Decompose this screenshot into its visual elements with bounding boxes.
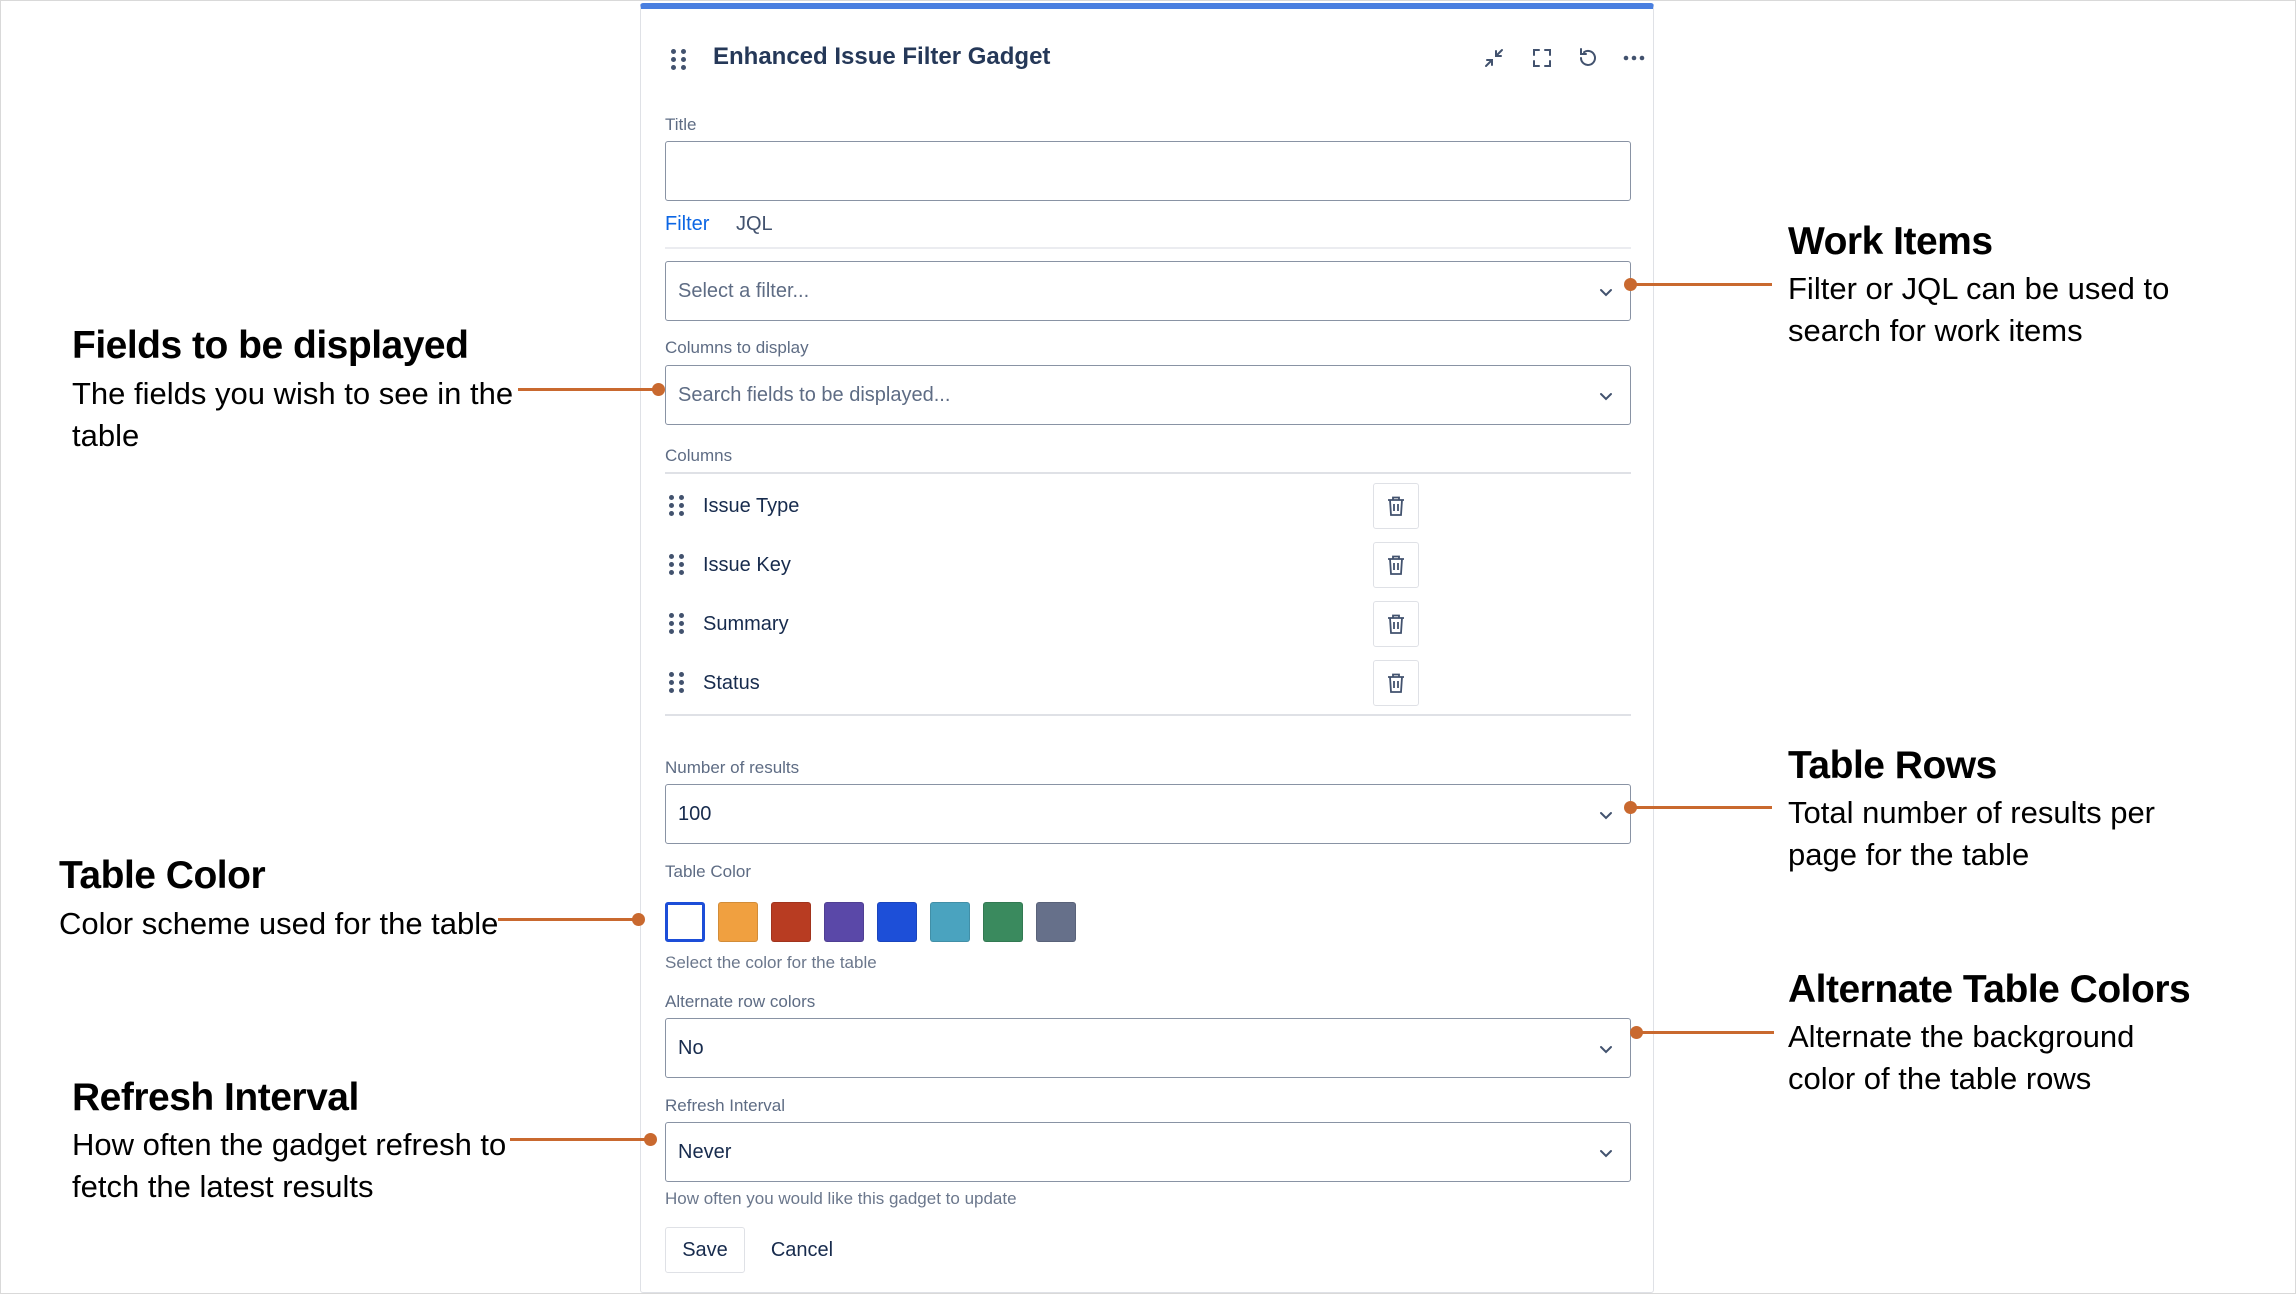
more-icon[interactable] — [1619, 43, 1649, 73]
columns-top-divider — [665, 472, 1631, 474]
annotation-work-items-title: Work Items — [1788, 220, 1993, 263]
annotation-table-color-desc: Color scheme used for the table — [59, 906, 499, 941]
annotation-connector-dot — [652, 383, 665, 396]
annotation-refresh-title: Refresh Interval — [72, 1076, 359, 1119]
delete-column-button[interactable] — [1373, 601, 1419, 647]
chevron-down-icon — [1600, 1046, 1612, 1054]
table-color-help: Select the color for the table — [665, 953, 877, 972]
trash-icon — [1388, 614, 1404, 634]
column-label: Summary — [703, 613, 789, 635]
gadget-config-panel: Enhanced Issue Filter Gadget Title Filte… — [640, 3, 1654, 1293]
drag-handle-icon[interactable] — [669, 552, 685, 576]
refresh-interval-help: How often you would like this gadget to … — [665, 1189, 1017, 1208]
column-row: Issue Key — [665, 542, 1631, 588]
columns-label: Columns — [665, 446, 733, 465]
columns-to-display-label: Columns to display — [665, 338, 809, 357]
filter-select[interactable]: Select a filter... — [665, 261, 1631, 321]
alternate-rows-value: No — [678, 1037, 704, 1059]
alternate-rows-select[interactable]: No — [665, 1018, 1631, 1078]
color-swatch[interactable] — [824, 902, 864, 942]
column-label: Issue Key — [703, 554, 791, 576]
color-swatch[interactable] — [1036, 902, 1076, 942]
drag-handle-icon[interactable] — [669, 670, 685, 694]
refresh-interval-value: Never — [678, 1141, 732, 1163]
fullscreen-icon[interactable] — [1527, 43, 1557, 73]
annotation-connector-line — [1630, 806, 1772, 809]
trash-icon — [1388, 555, 1404, 575]
chevron-down-icon — [1600, 393, 1612, 401]
number-of-results-select[interactable]: 100 — [665, 784, 1631, 844]
color-swatch[interactable] — [718, 902, 758, 942]
tab-filter[interactable]: Filter — [665, 213, 709, 236]
annotation-fields-desc: The fields you wish to see in the table — [72, 376, 514, 453]
annotation-alternate-colors-desc: Alternate the background color of the ta… — [1788, 1019, 2135, 1096]
color-swatch[interactable] — [930, 902, 970, 942]
annotation-connector-line — [1636, 1031, 1774, 1034]
columns-bottom-divider — [665, 714, 1631, 716]
chevron-down-icon — [1600, 289, 1612, 297]
annotation-table-rows-desc: Total number of results per page for the… — [1788, 795, 2156, 872]
chevron-down-icon — [1600, 812, 1612, 820]
columns-search-placeholder: Search fields to be displayed... — [678, 384, 951, 406]
tab-jql[interactable]: JQL — [736, 213, 773, 236]
color-swatch[interactable] — [771, 902, 811, 942]
drag-handle-icon[interactable] — [669, 493, 685, 517]
trash-icon — [1388, 496, 1404, 516]
trash-icon — [1388, 673, 1404, 693]
annotation-table-color-title: Table Color — [59, 854, 266, 897]
annotation-work-items-desc: Filter or JQL can be used to search for … — [1788, 271, 2170, 348]
column-row: Summary — [665, 601, 1631, 647]
minimize-icon[interactable] — [1479, 43, 1509, 73]
annotation-connector-dot — [644, 1133, 657, 1146]
drag-handle-icon[interactable] — [671, 47, 687, 71]
color-swatch[interactable] — [983, 902, 1023, 942]
table-color-label: Table Color — [665, 862, 751, 881]
annotation-connector-line — [518, 388, 658, 391]
columns-search-select[interactable]: Search fields to be displayed... — [665, 365, 1631, 425]
refresh-icon[interactable] — [1573, 43, 1603, 73]
chevron-down-icon — [1600, 1150, 1612, 1158]
color-swatch[interactable] — [877, 902, 917, 942]
annotation-alternate-colors-title: Alternate Table Colors — [1788, 968, 2191, 1011]
gadget-title: Enhanced Issue Filter Gadget — [713, 43, 1051, 70]
annotation-refresh-desc: How often the gadget refresh to fetch th… — [72, 1127, 507, 1204]
annotation-connector-line — [498, 918, 638, 921]
column-label: Issue Type — [703, 495, 800, 517]
annotation-table-rows-title: Table Rows — [1788, 744, 1997, 787]
number-of-results-label: Number of results — [665, 758, 800, 777]
annotation-fields-title: Fields to be displayed — [72, 324, 469, 367]
annotation-connector-line — [510, 1138, 650, 1141]
column-row: Issue Type — [665, 483, 1631, 529]
column-label: Status — [703, 672, 760, 694]
cancel-button[interactable]: Cancel — [759, 1227, 845, 1273]
delete-column-button[interactable] — [1373, 542, 1419, 588]
filter-select-placeholder: Select a filter... — [678, 280, 810, 302]
annotation-connector-line — [1630, 283, 1772, 286]
column-row: Status — [665, 660, 1631, 706]
save-button[interactable]: Save — [665, 1227, 745, 1273]
color-swatch[interactable] — [665, 902, 705, 942]
delete-column-button[interactable] — [1373, 660, 1419, 706]
title-input[interactable] — [665, 141, 1631, 201]
title-label: Title — [665, 115, 697, 134]
delete-column-button[interactable] — [1373, 483, 1419, 529]
annotation-connector-dot — [632, 913, 645, 926]
gadget-header: Enhanced Issue Filter Gadget — [671, 41, 1645, 77]
refresh-interval-select[interactable]: Never — [665, 1122, 1631, 1182]
number-of-results-value: 100 — [678, 803, 712, 825]
drag-handle-icon[interactable] — [669, 611, 685, 635]
alternate-rows-label: Alternate row colors — [665, 992, 816, 1011]
query-tabs: Filter JQL — [665, 209, 1631, 249]
refresh-interval-label: Refresh Interval — [665, 1096, 785, 1115]
